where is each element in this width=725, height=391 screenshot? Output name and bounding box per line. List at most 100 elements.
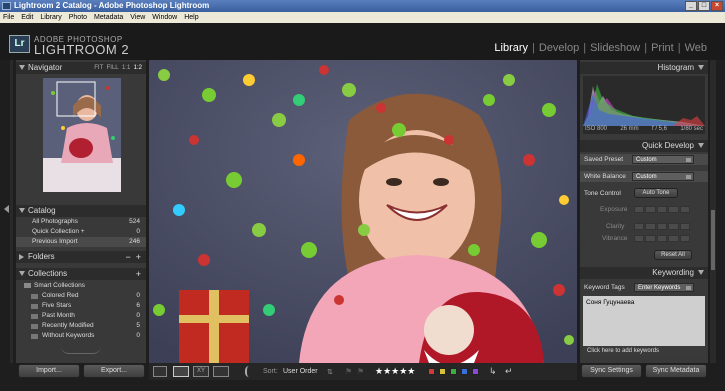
zoom-1-1[interactable]: 1:1: [122, 65, 130, 71]
catalog-item[interactable]: All Photographs 524: [16, 217, 146, 227]
module-slideshow[interactable]: Slideshow: [590, 42, 640, 54]
left-scrollbar[interactable]: [10, 60, 13, 363]
white-balance-dropdown[interactable]: Custom: [632, 172, 694, 181]
sort-direction-icon[interactable]: ⇅: [327, 368, 333, 376]
collection-item-count: 6: [136, 302, 140, 309]
scrollbar-thumb[interactable]: [711, 210, 715, 270]
collection-item[interactable]: Five Stars 6: [16, 301, 146, 311]
menu-window[interactable]: Window: [152, 12, 177, 23]
collection-item-count: 0: [136, 312, 140, 319]
catalog-item-label: All Photographs: [32, 218, 78, 225]
grid-view-icon[interactable]: [153, 366, 167, 377]
star-rating[interactable]: ★★★★★: [375, 366, 415, 377]
pick-flag-icon[interactable]: ⚑: [345, 367, 352, 376]
module-picker: Library | Develop | Slideshow | Print | …: [494, 42, 707, 54]
menu-file[interactable]: File: [3, 12, 14, 23]
collection-item-label: Colored Red: [42, 292, 79, 299]
import-export-bar: Import... Export...: [16, 363, 146, 380]
collapse-triangle-icon: [698, 270, 704, 275]
zoom-1-2[interactable]: 1:2: [134, 65, 142, 71]
vibrance-label: Vibrance: [602, 235, 628, 242]
reset-all-button[interactable]: Reset All: [654, 250, 692, 260]
maximize-button[interactable]: □: [698, 1, 710, 11]
export-button[interactable]: Export...: [83, 364, 145, 378]
smart-collections-label: Smart Collections: [34, 282, 85, 289]
smart-collections-group[interactable]: Smart Collections: [16, 281, 146, 291]
exposure-stepper[interactable]: [634, 206, 691, 213]
import-button[interactable]: Import...: [18, 364, 80, 378]
menu-view[interactable]: View: [130, 12, 145, 23]
color-label-red[interactable]: [428, 368, 435, 375]
lightroom-logo: Lr: [9, 35, 30, 53]
color-label-green[interactable]: [450, 368, 457, 375]
module-print[interactable]: Print: [651, 42, 674, 54]
title-bar: Lightroom 2 Catalog - Adobe Photoshop Li…: [0, 0, 725, 12]
color-label-yellow[interactable]: [439, 368, 446, 375]
loupe-view-icon[interactable]: [173, 366, 189, 377]
color-label-blue[interactable]: [461, 368, 468, 375]
clarity-stepper[interactable]: [634, 223, 691, 230]
color-label-purple[interactable]: [472, 368, 479, 375]
navigator-preview[interactable]: [43, 78, 121, 192]
collection-item[interactable]: Without Keywords 0: [16, 331, 146, 341]
zoom-fit[interactable]: FIT: [94, 65, 103, 71]
add-collection-button[interactable]: +: [136, 268, 141, 280]
add-keywords-field[interactable]: Click here to add keywords: [583, 346, 705, 356]
collection-item-label: Recently Modified: [42, 322, 94, 329]
rotate-right-icon[interactable]: ↵: [505, 366, 513, 377]
keyword-value: Соня Гуцунаева: [586, 299, 635, 306]
quick-develop-header[interactable]: Quick Develop: [580, 140, 708, 152]
compare-view-icon[interactable]: XY: [193, 366, 209, 377]
folders-header[interactable]: Folders − +: [16, 251, 146, 263]
catalog-item[interactable]: Quick Collection + 0: [16, 227, 146, 237]
folders-actions: − +: [125, 251, 141, 263]
keywording-header[interactable]: Keywording: [580, 267, 708, 279]
menu-library[interactable]: Library: [40, 12, 61, 23]
module-separator: |: [644, 42, 648, 54]
navigator-header[interactable]: Navigator FIT FILL 1:1 1:2: [16, 62, 146, 74]
minimize-button[interactable]: _: [685, 1, 697, 11]
menu-help[interactable]: Help: [184, 12, 198, 23]
right-scrollbar[interactable]: [710, 60, 716, 363]
loupe-view-photo[interactable]: [149, 60, 577, 363]
zoom-fill[interactable]: FILL: [107, 65, 119, 71]
add-folder-button[interactable]: +: [136, 252, 141, 262]
smart-collection-icon: [31, 304, 38, 309]
module-develop[interactable]: Develop: [539, 42, 579, 54]
menu-edit[interactable]: Edit: [21, 12, 33, 23]
sync-settings-button[interactable]: Sync Settings: [581, 364, 642, 378]
histogram-header[interactable]: Histogram: [580, 62, 708, 74]
catalog-header[interactable]: Catalog: [16, 205, 146, 217]
menu-metadata[interactable]: Metadata: [94, 12, 123, 23]
survey-view-icon[interactable]: [213, 366, 229, 377]
collection-item[interactable]: Past Month 0: [16, 311, 146, 321]
module-web[interactable]: Web: [685, 42, 707, 54]
histogram-graph[interactable]: ISO 800 26 mm f / 5,6 1/80 sec: [583, 76, 705, 134]
photo-image: [149, 60, 577, 363]
collapse-triangle-icon: [19, 65, 25, 70]
reject-flag-icon[interactable]: ⚑: [357, 367, 364, 376]
left-panel-toggle-icon[interactable]: [4, 205, 9, 213]
menu-photo[interactable]: Photo: [69, 12, 87, 23]
remove-folder-button[interactable]: −: [125, 252, 130, 262]
collapse-triangle-icon: [19, 208, 25, 213]
close-button[interactable]: ×: [711, 1, 723, 11]
sync-metadata-button[interactable]: Sync Metadata: [645, 364, 707, 378]
collection-item[interactable]: Recently Modified 5: [16, 321, 146, 331]
saved-preset-row: Saved Preset Custom: [580, 154, 708, 165]
saved-preset-dropdown[interactable]: Custom: [632, 155, 694, 164]
painter-icon[interactable]: [245, 366, 255, 377]
module-separator: |: [532, 42, 535, 54]
collection-item-label: Five Stars: [42, 302, 72, 309]
catalog-item[interactable]: Previous Import 246: [16, 237, 146, 247]
auto-tone-button[interactable]: Auto Tone: [634, 188, 678, 198]
smart-collection-icon: [31, 294, 38, 299]
keyword-mode-dropdown[interactable]: Enter Keywords: [634, 283, 694, 292]
sort-order-select[interactable]: User Order: [283, 368, 318, 375]
module-library[interactable]: Library: [494, 42, 528, 54]
right-panel: Histogram ISO 800 26 mm f / 5,6 1/80 sec…: [580, 60, 708, 363]
rotate-left-icon[interactable]: ↳: [489, 366, 497, 377]
vibrance-stepper[interactable]: [634, 235, 691, 242]
collection-item[interactable]: Colored Red 0: [16, 291, 146, 301]
collections-header[interactable]: Collections +: [16, 268, 146, 280]
